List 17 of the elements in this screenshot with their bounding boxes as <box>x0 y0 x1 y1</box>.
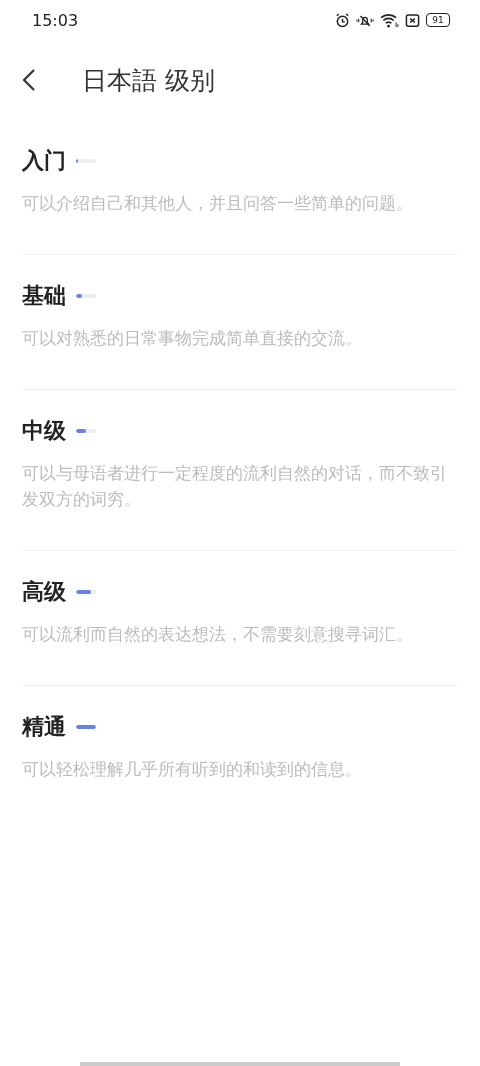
alarm-icon <box>335 12 350 28</box>
level-name: 基础 <box>22 282 66 310</box>
no-sim-icon <box>405 12 420 28</box>
level-description: 可以流利而自然的表达想法，不需要刻意搜寻词汇。 <box>22 623 414 646</box>
page-title: 日本語 级别 <box>82 64 215 97</box>
level-name: 高级 <box>22 578 66 606</box>
level-name: 中级 <box>22 417 66 445</box>
level-description: 可以与母语者进行一定程度的流利自然的对话，而不致引发双方的词穷。 <box>22 462 448 511</box>
level-description: 可以介绍自己和其他人，并且问答一些简单的问题。 <box>22 192 414 215</box>
wifi-icon <box>380 12 399 28</box>
level-name: 精通 <box>22 713 66 741</box>
battery-icon: 91 <box>426 13 450 27</box>
status-time: 15:03 <box>32 10 79 30</box>
back-icon <box>22 68 36 92</box>
level-name: 入门 <box>22 147 66 175</box>
level-description: 可以轻松理解几乎所有听到的和读到的信息。 <box>22 758 363 781</box>
level-description: 可以对熟悉的日常事物完成简单直接的交流。 <box>22 327 363 350</box>
